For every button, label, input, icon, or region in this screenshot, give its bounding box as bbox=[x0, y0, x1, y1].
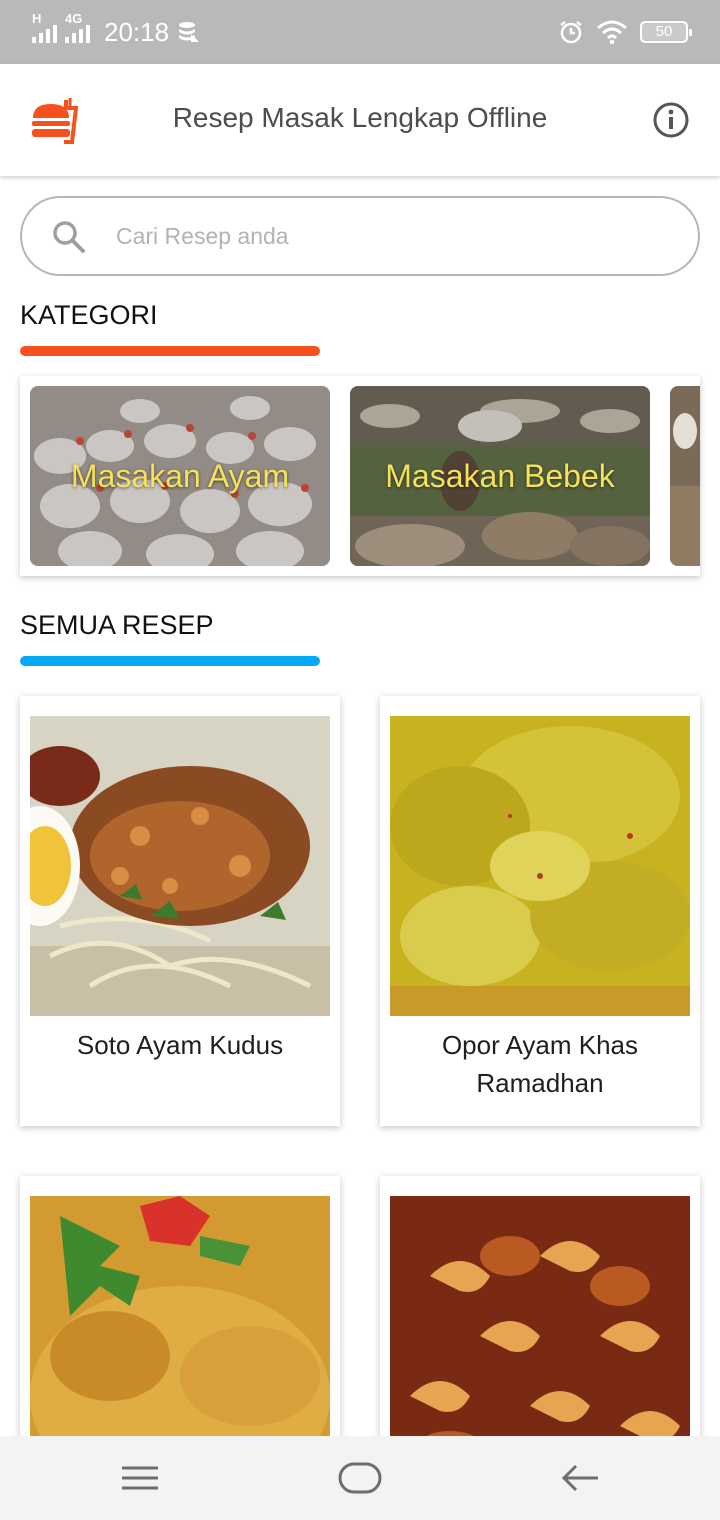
alarm-icon bbox=[560, 21, 582, 44]
battery-icon: 50 bbox=[640, 21, 692, 43]
status-right: 50 bbox=[558, 16, 692, 48]
signal-h-icon: H bbox=[32, 11, 57, 43]
category-label: Masakan Ayam bbox=[70, 457, 290, 494]
category-photo bbox=[670, 386, 700, 566]
data-saver-icon bbox=[179, 22, 200, 42]
status-bar: H 4G 20:18 50 bbox=[0, 0, 720, 64]
search-icon bbox=[53, 221, 85, 253]
battery-level: 50 bbox=[642, 23, 686, 41]
recipe-name: Opor Ayam Khas Ramadhan bbox=[441, 1030, 639, 1098]
status-left: H 4G 20:18 bbox=[32, 11, 201, 48]
search-bar[interactable] bbox=[20, 196, 700, 276]
search-input[interactable] bbox=[116, 216, 656, 256]
status-time: 20:18 bbox=[104, 16, 170, 47]
category-carousel[interactable]: Masakan Ayam Masakan Bebek bbox=[20, 376, 700, 576]
categories-underline bbox=[20, 346, 320, 356]
all-recipes-heading: SEMUA RESEP bbox=[20, 610, 214, 640]
info-icon[interactable] bbox=[652, 101, 690, 139]
categories-heading: KATEGORI bbox=[20, 300, 158, 330]
recipe-card-opor-ayam[interactable]: Opor Ayam Khas Ramadhan bbox=[380, 696, 700, 1126]
menu-icon[interactable] bbox=[118, 1458, 162, 1498]
burger-logo-icon bbox=[32, 98, 79, 144]
all-recipes-underline bbox=[20, 656, 320, 666]
app-title: Resep Masak Lengkap Offline bbox=[172, 102, 548, 133]
app-bar: Resep Masak Lengkap Offline bbox=[0, 64, 720, 176]
back-arrow-icon[interactable] bbox=[558, 1458, 602, 1498]
category-card-bebek[interactable]: Masakan Bebek bbox=[350, 386, 650, 566]
category-card-partial[interactable] bbox=[670, 386, 700, 566]
category-label: Masakan Bebek bbox=[385, 457, 615, 494]
recipe-name: Soto Ayam Kudus bbox=[76, 1030, 284, 1060]
system-nav-bar bbox=[0, 1436, 720, 1520]
recipe-image bbox=[390, 716, 690, 1016]
recipe-card-soto-ayam-kudus[interactable]: Soto Ayam Kudus bbox=[20, 696, 340, 1126]
wifi-icon bbox=[597, 20, 627, 45]
signal-4g-icon: 4G bbox=[65, 11, 90, 43]
home-icon[interactable] bbox=[338, 1458, 382, 1498]
category-card-ayam[interactable]: Masakan Ayam bbox=[30, 386, 330, 566]
recipe-image bbox=[30, 716, 330, 1016]
